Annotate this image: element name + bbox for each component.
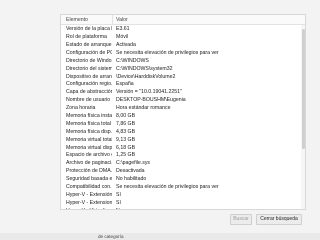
- row-key: Hyper-V - Virtualiza...: [66, 208, 112, 209]
- row-value: C:\pagefile.sys: [116, 160, 151, 167]
- row-key: Dispositivo de arranc...: [66, 73, 112, 80]
- row-value: No: [116, 208, 123, 209]
- table-row[interactable]: Estado de arranque... Activada: [61, 41, 305, 49]
- row-value: C:\WINDOWS: [116, 57, 149, 64]
- table-row[interactable]: Compatibilidad con... Se necesita elevaci…: [61, 183, 305, 191]
- row-value: Sí: [116, 191, 121, 198]
- table-row[interactable]: Versión de la placa b... E3.61: [61, 25, 305, 33]
- row-key: Seguridad basada e...: [66, 176, 112, 183]
- vertical-scrollbar[interactable]: [301, 25, 305, 209]
- print-button[interactable]: Buscar: [230, 214, 252, 225]
- row-key: Archivo de paginaci...: [66, 160, 112, 167]
- table-row[interactable]: Configuración regio... España: [61, 80, 305, 88]
- row-key: Protección de DMA...: [66, 168, 112, 175]
- row-value: España: [116, 81, 134, 88]
- row-key: Memoria virtual disp...: [66, 144, 112, 151]
- column-header-value[interactable]: Valor: [116, 17, 128, 23]
- row-value: 4,83 GB: [116, 128, 136, 135]
- row-key: Capa de abstracción...: [66, 89, 112, 96]
- row-value: 1,25 GB: [116, 152, 136, 159]
- close-search-button[interactable]: Cerrar búsqueda: [256, 214, 302, 225]
- system-info-panel: Elemento Valor Versión de la placa b...E…: [60, 14, 306, 210]
- row-value: 7,86 GB: [116, 120, 136, 127]
- row-value: Versión = "10.0.19041.2251": [116, 89, 182, 96]
- row-value: Activada: [116, 41, 136, 48]
- row-key: Memoria física disp...: [66, 128, 112, 135]
- row-value: 9,13 GB: [116, 136, 136, 143]
- table-row[interactable]: Zona horaria Hora estándar romance: [61, 104, 305, 112]
- row-key: Estado de arranque...: [66, 41, 112, 48]
- row-key: Compatibilidad con...: [66, 184, 112, 190]
- row-key: Directorio de Windo...: [66, 57, 112, 64]
- table-row[interactable]: Memoria virtual total 9,13 GB: [61, 135, 305, 143]
- table-row[interactable]: Hyper-V - Extension... Sí: [61, 199, 305, 207]
- row-key: Configuración regio...: [66, 81, 112, 88]
- info-table: Versión de la placa b...E3.61Rol de plat…: [61, 25, 305, 209]
- row-value: Desactivada: [116, 168, 145, 175]
- column-divider[interactable]: [112, 15, 113, 24]
- table-row[interactable]: Memoria física insta... 8,00 GB: [61, 112, 305, 120]
- table-header: Elemento Valor: [61, 15, 305, 25]
- row-value: Se necesita elevación de privilegios par…: [116, 184, 219, 190]
- row-key: Nombre de usuario: [66, 97, 111, 104]
- row-key: Rol de plataforma: [66, 34, 107, 41]
- table-row[interactable]: Protección de DMA... Desactivada: [61, 167, 305, 175]
- table-row[interactable]: Directorio del sistema C:\WINDOWS\system3…: [61, 64, 305, 72]
- table-row[interactable]: Memoria física disp... 4,83 GB: [61, 128, 305, 136]
- table-row[interactable]: Archivo de paginaci... C:\pagefile.sys: [61, 159, 305, 167]
- row-key: Memoria física insta...: [66, 112, 112, 119]
- row-key: Zona horaria: [66, 105, 96, 112]
- row-value: Hora estándar romance: [116, 105, 171, 112]
- row-value: Sí: [116, 199, 121, 206]
- row-key: Memoria virtual total: [66, 136, 112, 143]
- table-row[interactable]: Espacio de archivo d... 1,25 GB: [61, 151, 305, 159]
- scrollbar-thumb[interactable]: [301, 29, 305, 149]
- row-key: Configuración de PC...: [66, 49, 112, 56]
- table-row[interactable]: Memoria virtual disp... 6,18 GB: [61, 143, 305, 151]
- table-row[interactable]: Memoria física total 7,86 GB: [61, 120, 305, 128]
- row-value: 6,18 GB: [116, 144, 136, 151]
- table-row[interactable]: Capa de abstracción... Versión = "10.0.19…: [61, 88, 305, 96]
- row-value: Móvil: [116, 34, 129, 41]
- row-value: \Device\HarddiskVolume2: [116, 73, 176, 80]
- status-footer: de categoría: [0, 233, 320, 240]
- row-value: DESKTOP-BOUSHM\Eugenia: [116, 97, 186, 104]
- row-value: Se necesita elevación de privilegios par…: [116, 49, 219, 56]
- row-value: E3.61: [116, 26, 130, 33]
- column-header-element[interactable]: Elemento: [66, 17, 88, 23]
- row-value: 8,00 GB: [116, 112, 136, 119]
- footer-text: de categoría: [98, 234, 124, 239]
- row-key: Hyper-V - Extension...: [66, 199, 112, 206]
- row-key: Directorio del sistema: [66, 65, 112, 72]
- table-row[interactable]: Nombre de usuario DESKTOP-BOUSHM\Eugenia: [61, 96, 305, 104]
- table-row[interactable]: Rol de plataforma Móvil: [61, 33, 305, 41]
- row-value: C:\WINDOWS\system32: [116, 65, 173, 72]
- row-value: No habilitado: [116, 176, 147, 183]
- table-row[interactable]: Hyper-V - Virtualiza... No: [61, 206, 305, 209]
- row-key: Memoria física total: [66, 120, 111, 127]
- table-row[interactable]: Hyper-V - Extensión... Sí: [61, 191, 305, 199]
- row-key: Hyper-V - Extensión...: [66, 191, 112, 198]
- table-row[interactable]: Directorio de Windo... C:\WINDOWS: [61, 57, 305, 65]
- table-row[interactable]: Configuración de PC... Se necesita elevac…: [61, 49, 305, 57]
- table-row[interactable]: Dispositivo de arranc... \Device\Harddisk…: [61, 72, 305, 80]
- table-row[interactable]: Seguridad basada e... No habilitado: [61, 175, 305, 183]
- row-key: Espacio de archivo d...: [66, 152, 112, 159]
- row-key: Versión de la placa b...: [66, 26, 112, 33]
